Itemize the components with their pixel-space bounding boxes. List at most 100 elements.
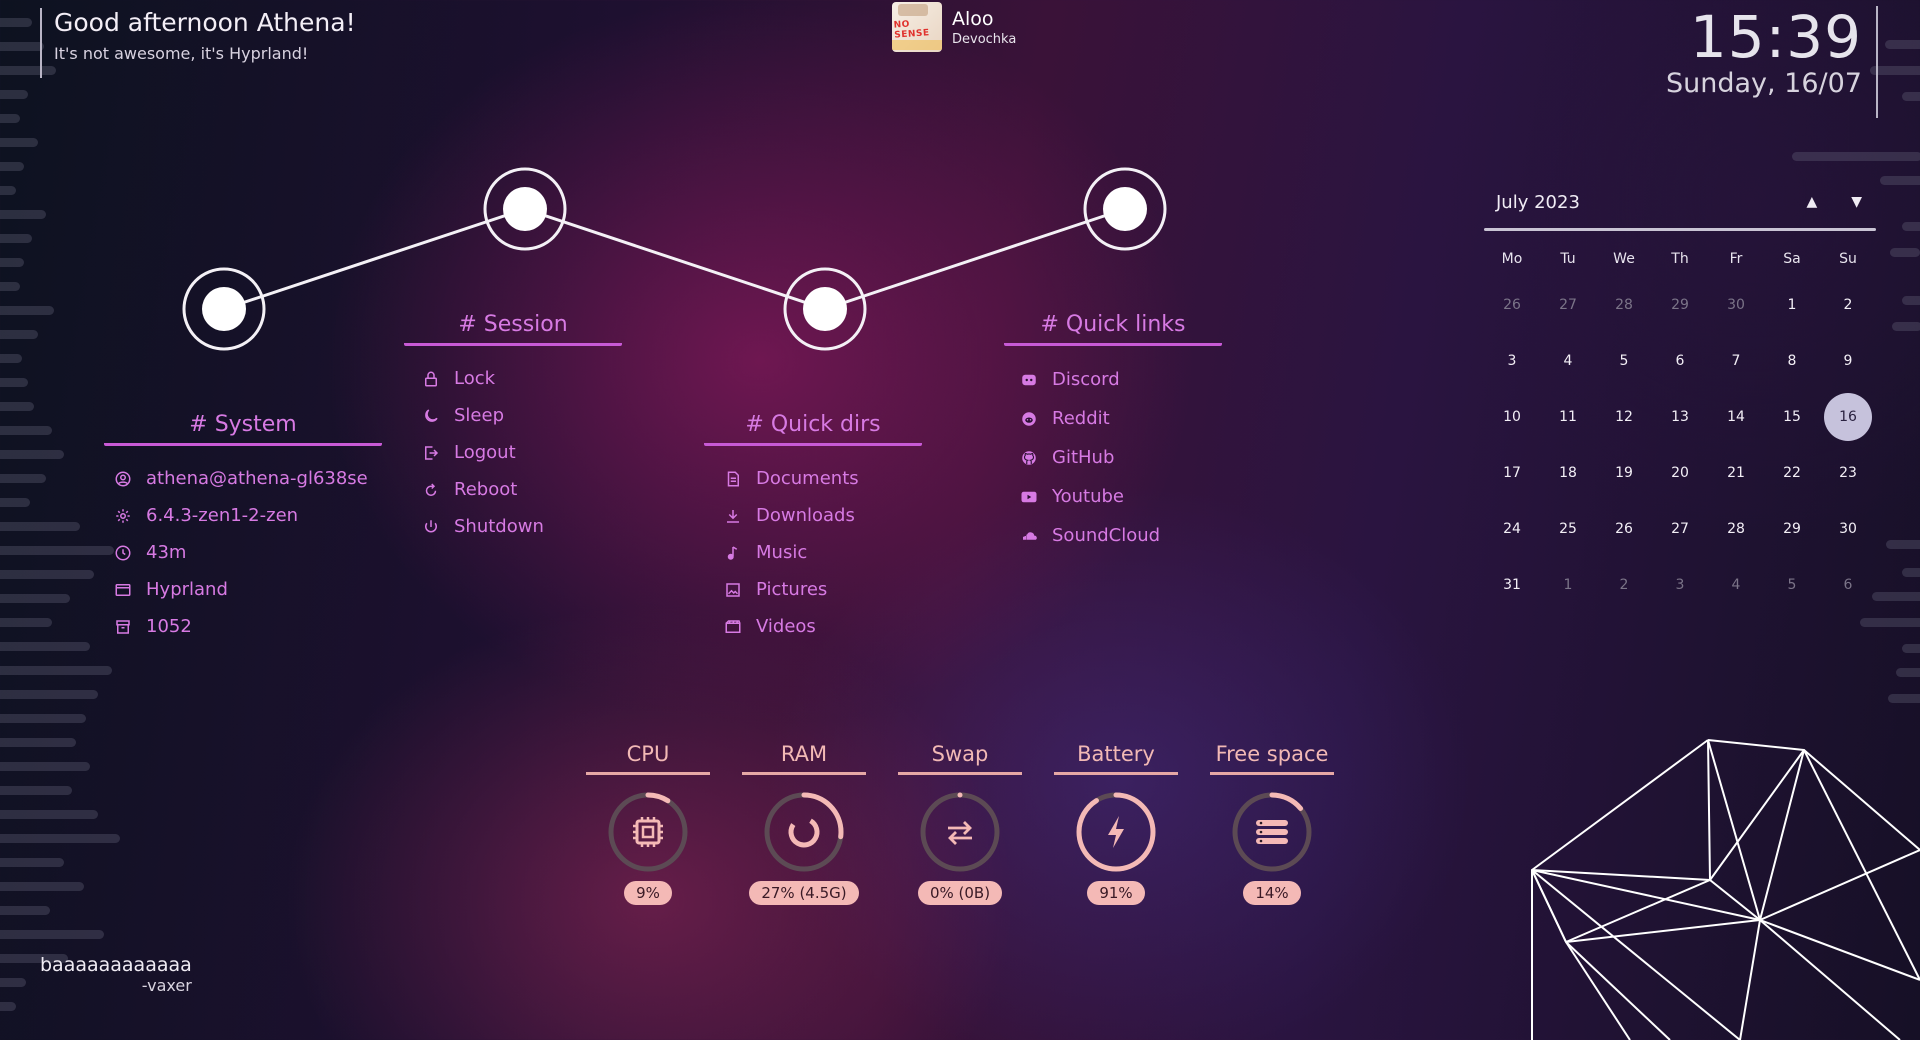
calendar-day[interactable]: 5 (1596, 333, 1652, 389)
swap-arrows-icon (948, 821, 972, 845)
lightning-icon (1108, 816, 1124, 848)
quick-dirs-panel: # Quick dirs Documents Downloads Music P… (704, 412, 922, 645)
reboot-icon (422, 481, 440, 499)
dir-music-link[interactable]: Music (724, 534, 922, 571)
storage-stack-icon (1256, 820, 1288, 844)
weekday-label: Fr (1729, 251, 1743, 267)
calendar-day[interactable]: 17 (1484, 445, 1540, 501)
calendar-day[interactable]: 1 (1764, 277, 1820, 333)
session-title: # Session (404, 312, 622, 346)
calendar-prev-button[interactable]: ▲ (1806, 194, 1817, 210)
session-reboot-button[interactable]: Reboot (422, 471, 622, 508)
gauge-value: 27% (4.5G) (749, 881, 859, 905)
calendar-day[interactable]: 8 (1764, 333, 1820, 389)
dir-videos-link[interactable]: Videos (724, 608, 922, 645)
calendar-day[interactable]: 31 (1484, 557, 1540, 613)
calendar-day[interactable]: 6 (1820, 557, 1876, 613)
gauge-label: RAM (742, 742, 866, 775)
gauge-ring (919, 791, 1001, 873)
weekday-label: Tu (1560, 251, 1576, 267)
picture-icon (724, 581, 742, 599)
gauge-value: 9% (624, 881, 672, 905)
discord-icon (1020, 371, 1038, 389)
gauge-value: 14% (1243, 881, 1301, 905)
link-reddit[interactable]: Reddit (1020, 399, 1222, 438)
session-sleep-button[interactable]: Sleep (422, 397, 622, 434)
calendar-day[interactable]: 14 (1708, 389, 1764, 445)
calendar-month: July 2023 (1496, 191, 1580, 213)
session-logout-button[interactable]: Logout (422, 434, 622, 471)
quote-widget: baaaaaaaaaaaa -vaxer (40, 954, 192, 995)
wireframe-polyhedron (1531, 739, 1920, 1040)
session-shutdown-button[interactable]: Shutdown (422, 508, 622, 545)
gauge-ring (607, 791, 689, 873)
calendar-day[interactable]: 2 (1596, 557, 1652, 613)
music-note-icon (724, 544, 742, 562)
calendar-day[interactable]: 13 (1652, 389, 1708, 445)
calendar-day[interactable]: 20 (1652, 445, 1708, 501)
calendar-grid: Mo Tu We Th Fr Sa Su 26 27 28 29 30 1 2 3 4 5 6 7 8 9 10 11 12… (1484, 241, 1876, 613)
moon-icon (422, 407, 440, 425)
quote-author: -vaxer (141, 976, 192, 995)
dir-pictures-link[interactable]: Pictures (724, 571, 922, 608)
link-discord[interactable]: Discord (1020, 360, 1222, 399)
calendar-next-button[interactable]: ▼ (1851, 194, 1862, 210)
calendar-day[interactable]: 23 (1820, 445, 1876, 501)
calendar-day[interactable]: 10 (1484, 389, 1540, 445)
system-title: # System (104, 412, 382, 446)
link-github[interactable]: GitHub (1020, 438, 1222, 477)
calendar-day[interactable]: 21 (1708, 445, 1764, 501)
quick-dirs-title: # Quick dirs (704, 412, 922, 446)
calendar-day[interactable]: 1 (1540, 557, 1596, 613)
session-lock-button[interactable]: Lock (422, 360, 622, 397)
quick-links-title: # Quick links (1004, 312, 1222, 346)
link-youtube[interactable]: Youtube (1020, 477, 1222, 516)
weekday-label: Th (1671, 251, 1689, 267)
system-packages: 1052 (114, 608, 382, 645)
calendar-day[interactable]: 2 (1820, 277, 1876, 333)
github-icon (1020, 449, 1038, 467)
gauge-value: 91% (1087, 881, 1145, 905)
calendar-day[interactable]: 30 (1820, 501, 1876, 557)
calendar-day[interactable]: 26 (1596, 501, 1652, 557)
calendar-day[interactable]: 18 (1540, 445, 1596, 501)
calendar-day[interactable]: 27 (1540, 277, 1596, 333)
calendar-day[interactable]: 28 (1596, 277, 1652, 333)
calendar-day[interactable]: 9 (1820, 333, 1876, 389)
gauge-cpu: CPU 9% (586, 742, 710, 905)
dir-downloads-link[interactable]: Downloads (724, 497, 922, 534)
calendar-day[interactable]: 4 (1540, 333, 1596, 389)
calendar-day[interactable]: 4 (1708, 557, 1764, 613)
gauge-value: 0% (0B) (917, 881, 1003, 905)
calendar-day[interactable]: 12 (1596, 389, 1652, 445)
power-icon (422, 518, 440, 536)
calendar-day[interactable]: 29 (1764, 501, 1820, 557)
window-icon (114, 581, 132, 599)
calendar-day[interactable]: 5 (1764, 557, 1820, 613)
calendar-day[interactable]: 25 (1540, 501, 1596, 557)
gauge-label: Free space (1210, 742, 1334, 775)
gauge-label: CPU (586, 742, 710, 775)
calendar-day[interactable]: 15 (1764, 389, 1820, 445)
calendar-day[interactable]: 3 (1652, 557, 1708, 613)
calendar-day[interactable]: 27 (1652, 501, 1708, 557)
dir-documents-link[interactable]: Documents (724, 460, 922, 497)
gauge-ram: RAM 27% (4.5G) (742, 742, 866, 905)
calendar-day[interactable]: 24 (1484, 501, 1540, 557)
calendar-day[interactable]: 26 (1484, 277, 1540, 333)
video-icon (724, 618, 742, 636)
calendar-day[interactable]: 22 (1764, 445, 1820, 501)
calendar-day[interactable]: 3 (1484, 333, 1540, 389)
calendar-day[interactable]: 7 (1708, 333, 1764, 389)
gauge-label: Battery (1054, 742, 1178, 775)
calendar-day[interactable]: 6 (1652, 333, 1708, 389)
quote-text: baaaaaaaaaaaa (40, 954, 192, 976)
calendar-day[interactable]: 11 (1540, 389, 1596, 445)
link-soundcloud[interactable]: SoundCloud (1020, 516, 1222, 555)
calendar-day-today[interactable]: 16 (1820, 389, 1876, 445)
calendar-day[interactable]: 29 (1652, 277, 1708, 333)
calendar-day[interactable]: 30 (1708, 277, 1764, 333)
calendar-day[interactable]: 28 (1708, 501, 1764, 557)
calendar-day[interactable]: 19 (1596, 445, 1652, 501)
gauge-ring (763, 791, 845, 873)
